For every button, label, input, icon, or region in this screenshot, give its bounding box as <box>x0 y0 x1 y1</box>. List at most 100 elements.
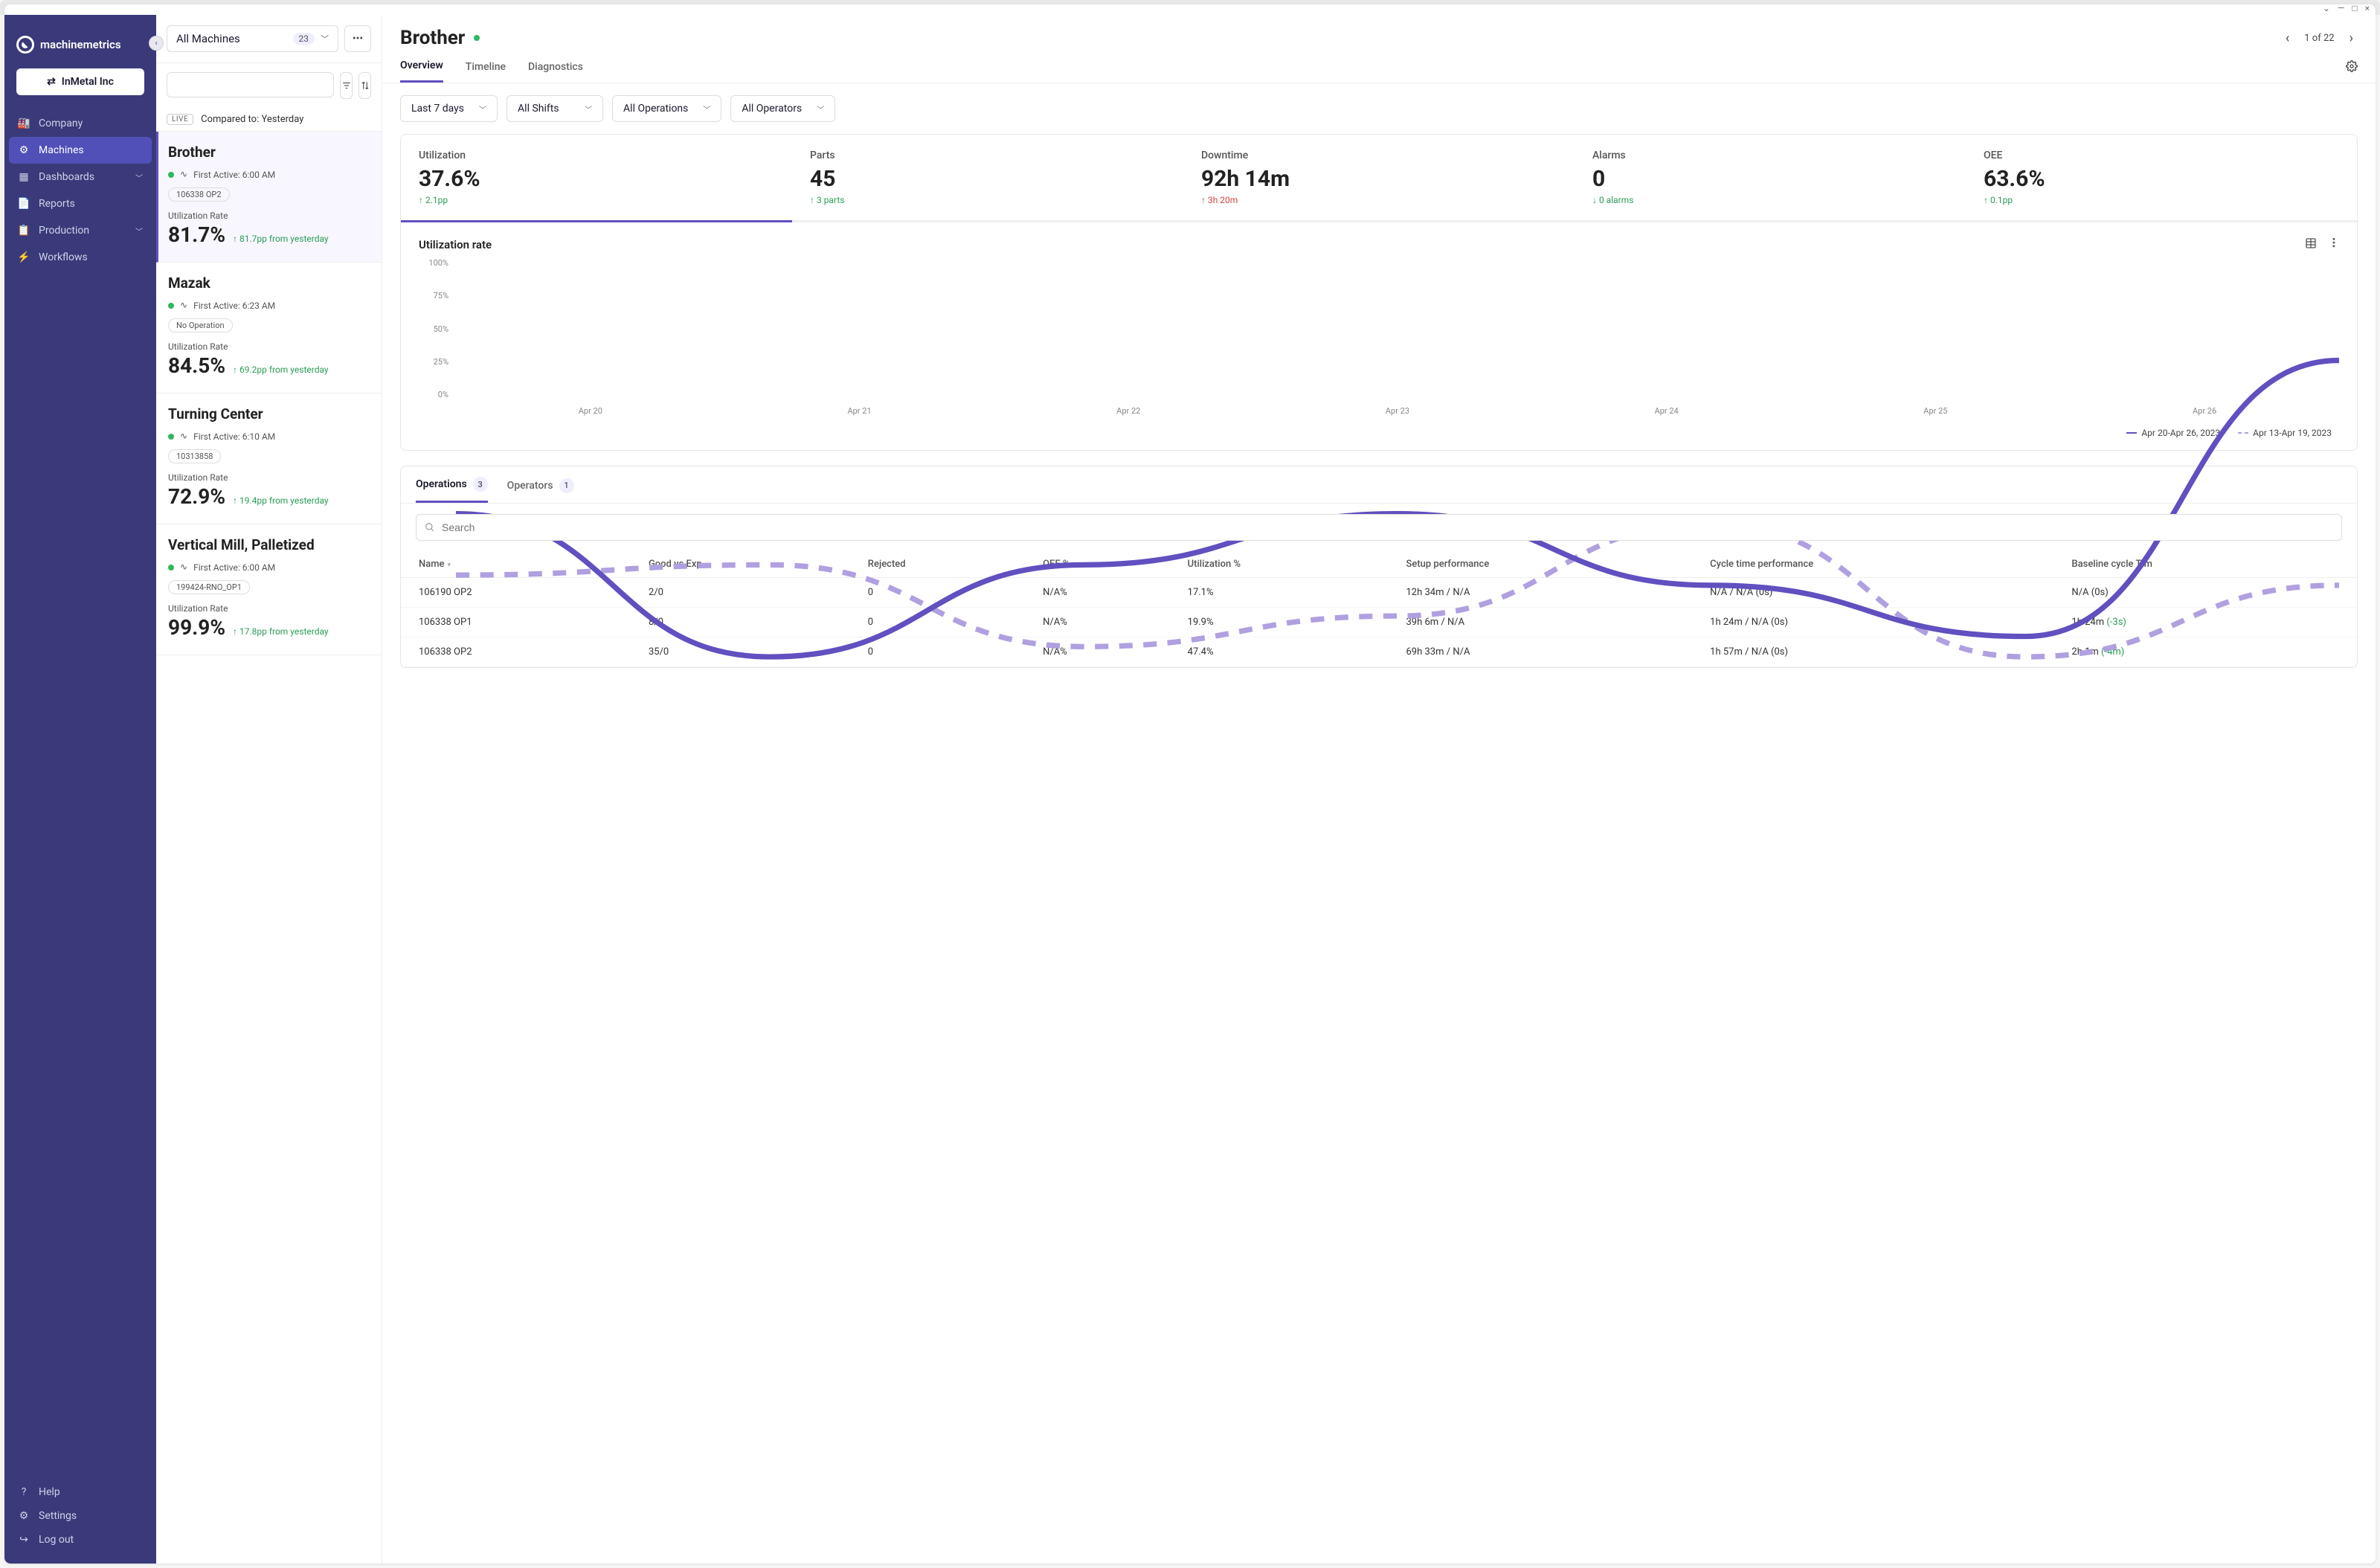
operation-tag: No Operation <box>168 318 233 332</box>
more-options-button[interactable]: ••• <box>344 25 371 52</box>
maximize-icon[interactable]: □ <box>2352 3 2357 13</box>
dots-icon: ••• <box>353 33 363 45</box>
chevron-down-icon[interactable]: ⌄ <box>2323 3 2330 13</box>
x-tick: Apr 23 <box>1386 406 1409 416</box>
sidebar-item-label: Company <box>39 118 83 129</box>
kpi-value: 45 <box>810 166 1165 192</box>
sidebar-item-dashboards[interactable]: ▦Dashboards﹀ <box>4 164 156 190</box>
util-rate-label: Utilization Rate <box>168 341 370 352</box>
util-value: 84.5% <box>168 353 225 378</box>
logo: machinemetrics <box>4 30 156 68</box>
chart-section: Utilization rate ••• 100%75%50%25%0% <box>401 222 2357 450</box>
shuffle-icon: ⇄ <box>47 76 56 88</box>
dashboards-icon: ▦ <box>18 171 30 183</box>
filter-select[interactable]: All Operations﹀ <box>612 95 721 122</box>
activity-icon: ∿ <box>180 300 187 311</box>
tab-timeline[interactable]: Timeline <box>466 61 506 82</box>
kpi-label: OEE <box>1984 150 2339 161</box>
sidebar-item-machines[interactable]: ⚙Machines <box>9 137 152 164</box>
kpi-label: Downtime <box>1201 150 1557 161</box>
util-rate-label: Utilization Rate <box>168 603 370 614</box>
chevron-down-icon: ﹀ <box>479 103 486 115</box>
status-dot <box>168 172 174 178</box>
activity-icon: ∿ <box>180 431 187 442</box>
activity-icon: ∿ <box>180 169 187 180</box>
machine-item[interactable]: Vertical Mill, Palletized ∿ First Active… <box>156 524 382 655</box>
sidebar-item-label: Reports <box>39 198 75 210</box>
kpi-downtime: Downtime 92h 14m ↑ 3h 20m <box>1183 147 1575 208</box>
chart-series-line <box>456 360 2339 657</box>
logo-icon <box>16 36 34 54</box>
machine-list[interactable]: Brother ∿ First Active: 6:00 AM 106338 O… <box>156 132 382 1564</box>
kpi-delta: ↓ 0 alarms <box>1592 195 1948 205</box>
filter-select[interactable]: All Shifts﹀ <box>506 95 603 122</box>
y-tick: 100% <box>419 258 448 268</box>
y-tick: 75% <box>419 291 448 301</box>
machine-item[interactable]: Turning Center ∿ First Active: 6:10 AM 1… <box>156 393 382 524</box>
nav-menu: 🏭Company⚙Machines▦Dashboards﹀📄Reports📋Pr… <box>4 110 156 1480</box>
sidebar-item-settings[interactable]: ⚙Settings <box>4 1504 156 1528</box>
kpi-label: Parts <box>810 150 1165 161</box>
tab-overview[interactable]: Overview <box>400 60 443 83</box>
filter-select[interactable]: Last 7 days ﹀ <box>400 95 498 122</box>
page-title: Brother <box>400 27 480 49</box>
filter-label: All Operators <box>742 103 802 115</box>
operation-tag: 106338 OP2 <box>168 187 230 202</box>
machine-list-panel: All Machines 23 ﹀ ••• LIVE Compared to: … <box>156 15 382 1564</box>
chart-table-toggle[interactable] <box>2305 237 2317 252</box>
kpi-label: Utilization <box>419 150 774 161</box>
pager: ‹ 1 of 22 › <box>2281 28 2358 49</box>
close-icon[interactable]: × <box>2365 3 2370 13</box>
sidebar-item-production[interactable]: 📋Production﹀ <box>4 217 156 244</box>
first-active-label: First Active: 6:00 AM <box>193 170 275 180</box>
chart-title: Utilization rate <box>419 238 492 251</box>
filter-label: Last 7 days <box>411 103 464 115</box>
sidebar-collapse-button[interactable]: ‹ <box>149 36 164 51</box>
util-delta: ↑ 19.4pp from yesterday <box>233 495 329 506</box>
first-active-label: First Active: 6:10 AM <box>193 431 275 442</box>
sidebar-item-company[interactable]: 🏭Company <box>4 110 156 137</box>
sidebar-item-workflows[interactable]: ⚡Workflows <box>4 244 156 271</box>
filter-button[interactable] <box>340 72 353 99</box>
table-icon <box>2305 237 2317 249</box>
sidebar-item-reports[interactable]: 📄Reports <box>4 190 156 217</box>
status-dot <box>168 565 174 571</box>
status-dot <box>168 303 174 309</box>
machine-name: Brother <box>168 144 370 161</box>
window-controls[interactable]: ⌄ — □ × <box>2320 0 2373 16</box>
company-switcher-button[interactable]: ⇄ InMetal Inc <box>16 68 144 95</box>
search-icon <box>425 522 435 533</box>
tab-settings-button[interactable] <box>2346 60 2358 75</box>
pager-next-button[interactable]: › <box>2345 28 2358 49</box>
kpi-card: Utilization 37.6% ↑ 2.1ppParts 45 ↑ 3 pa… <box>400 134 2358 451</box>
kpi-value: 0 <box>1592 166 1948 192</box>
operation-tag: 199424-RNO_OP1 <box>168 580 250 594</box>
machine-name: Turning Center <box>168 405 370 423</box>
machine-item[interactable]: Brother ∿ First Active: 6:00 AM 106338 O… <box>156 132 382 263</box>
machine-group-select[interactable]: All Machines 23 ﹀ <box>167 25 338 52</box>
sidebar-item-label: Dashboards <box>39 171 94 183</box>
machine-group-label: All Machines <box>176 32 240 45</box>
pager-prev-button[interactable]: ‹ <box>2281 28 2294 49</box>
sidebar-item-help[interactable]: ?Help <box>4 1480 156 1504</box>
util-delta: ↑ 17.8pp from yesterday <box>233 626 329 637</box>
chart-menu-button[interactable]: ••• <box>2327 237 2339 252</box>
sidebar-item-log-out[interactable]: ↪Log out <box>4 1528 156 1552</box>
sort-button[interactable] <box>358 72 371 99</box>
operations-search-input[interactable] <box>416 514 2342 541</box>
machine-item[interactable]: Mazak ∿ First Active: 6:23 AM No Operati… <box>156 263 382 393</box>
tab-diagnostics[interactable]: Diagnostics <box>528 61 583 82</box>
util-value: 99.9% <box>168 615 225 640</box>
sidebar-item-label: Help <box>39 1486 60 1498</box>
machine-search-input[interactable] <box>167 72 334 97</box>
main-content: Brother ‹ 1 of 22 › Overview Timeline Diag… <box>382 15 2376 1564</box>
filter-label: All Operations <box>623 103 688 115</box>
nav-bottom-menu: ?Help⚙Settings↪Log out <box>4 1480 156 1564</box>
machine-name: Mazak <box>168 274 370 292</box>
sidebar-item-label: Production <box>39 225 89 237</box>
minimize-icon[interactable]: — <box>2338 3 2344 13</box>
filter-select[interactable]: All Operators﹀ <box>730 95 835 122</box>
activity-icon: ∿ <box>180 562 187 573</box>
sidebar-item-label: Log out <box>39 1534 74 1546</box>
sidebar: ‹ machinemetrics ⇄ InMetal Inc 🏭Company⚙… <box>4 15 156 1564</box>
